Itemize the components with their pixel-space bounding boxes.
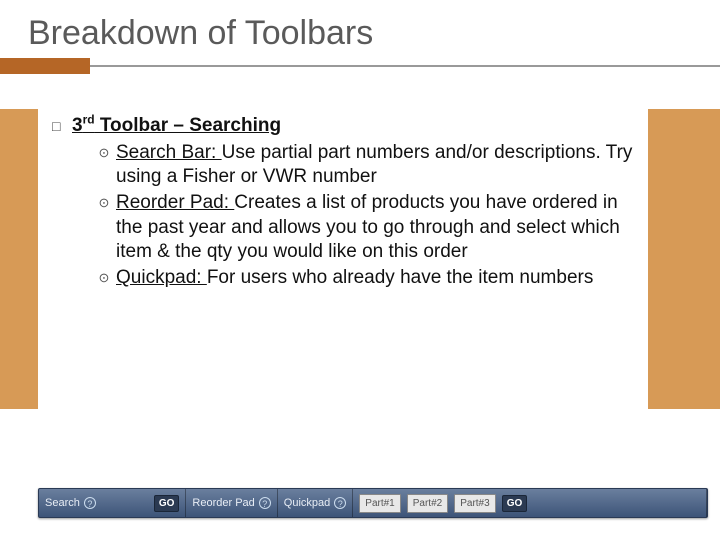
sub-item-label: Reorder Pad: [116,192,234,213]
circle-bullet-icon: ⊙ [92,191,116,215]
title-rule [0,63,720,69]
list-item: ⊙ Reorder Pad: Creates a list of product… [92,191,642,264]
go-button[interactable]: GO [502,495,528,512]
circle-bullet-icon: ⊙ [92,141,116,165]
search-label: Search [45,497,80,509]
quickpad-segment[interactable]: Quickpad ? [278,489,353,517]
help-icon[interactable]: ? [84,497,96,509]
content-area: □ 3rd Toolbar – Searching ⊙ Search Bar: … [0,109,720,409]
reorder-pad-segment[interactable]: Reorder Pad ? [186,489,277,517]
main-heading: 3rd Toolbar – Searching [72,115,281,136]
quickpad-label: Quickpad [284,497,330,509]
search-toolbar: Search ? GO Reorder Pad ? Quickpad ? Par… [38,488,708,518]
main-list-item: □ 3rd Toolbar – Searching ⊙ Search Bar: … [52,113,642,291]
body-text: □ 3rd Toolbar – Searching ⊙ Search Bar: … [38,109,648,409]
sub-item-label: Quickpad: [116,267,207,288]
part2-input[interactable]: Part#2 [407,494,448,513]
slide-title: Breakdown of Toolbars [0,0,720,63]
list-item: ⊙ Search Bar: Use partial part numbers a… [92,141,642,190]
square-bullet-icon: □ [52,113,72,139]
title-rule-accent [0,58,90,74]
part1-input[interactable]: Part#1 [359,494,400,513]
help-icon[interactable]: ? [259,497,271,509]
title-rule-line [90,65,720,67]
sub-item-text: For users who already have the item numb… [207,267,594,288]
reorder-pad-label: Reorder Pad [192,497,254,509]
heading-ordinal-sup: rd [83,113,95,127]
sub-item-label: Search Bar: [116,142,222,163]
go-button[interactable]: GO [154,495,180,512]
heading-rest: Toolbar – Searching [95,115,282,136]
help-icon[interactable]: ? [334,497,346,509]
list-item: ⊙ Quickpad: For users who already have t… [92,266,642,290]
sub-list: ⊙ Search Bar: Use partial part numbers a… [72,141,642,291]
circle-bullet-icon: ⊙ [92,266,116,290]
search-segment[interactable]: Search ? GO [39,489,186,517]
part-entry-segment: Part#1 Part#2 Part#3 GO [353,489,707,517]
decorative-bar-left [0,109,38,409]
decorative-bar-right [648,109,720,409]
heading-ordinal: 3 [72,115,83,136]
part3-input[interactable]: Part#3 [454,494,495,513]
